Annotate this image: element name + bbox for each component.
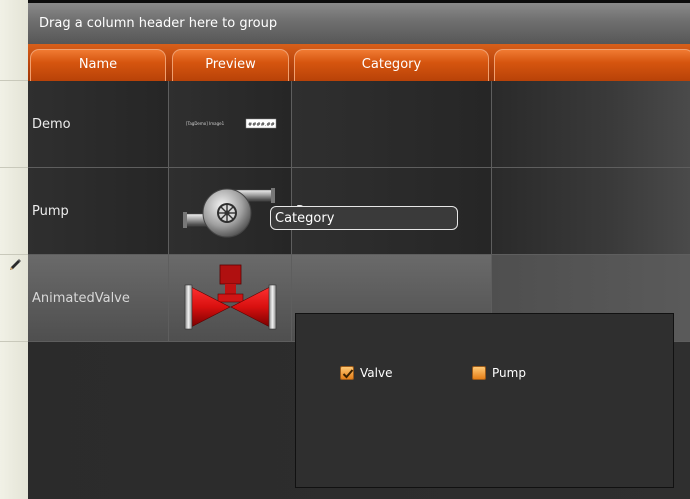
column-header-name[interactable]: Name (30, 49, 166, 81)
option-label: Valve (360, 366, 393, 380)
demo-preview-image: [TagDemo] Image1 ####.## (186, 118, 277, 129)
category-editor-input[interactable] (270, 206, 458, 230)
cell-name[interactable]: Demo (28, 81, 169, 168)
valve-icon (184, 264, 277, 330)
checked-checkbox-icon[interactable] (340, 366, 354, 380)
row-indicator-strip (0, 0, 29, 499)
table-row[interactable]: Demo [TagDemo] Image1 ####.## (28, 81, 690, 168)
cell-category[interactable] (292, 81, 492, 168)
pencil-edit-icon (10, 259, 21, 270)
row-name-text: Demo (32, 117, 71, 132)
group-by-panel[interactable]: Drag a column header here to group (28, 3, 690, 44)
row-indicator-separator (0, 341, 28, 342)
category-dropdown-popup: Valve Pump (295, 313, 674, 488)
row-indicator-separator (0, 80, 28, 81)
demo-preview-value: ####.## (248, 122, 275, 128)
row-name-text: Pump (32, 204, 69, 219)
cell-filler (492, 81, 690, 168)
category-option-pump[interactable]: Pump (472, 365, 526, 381)
category-option-valve[interactable]: Valve (340, 365, 392, 381)
column-header-row: Name Preview Category (28, 44, 690, 81)
row-indicator-separator (0, 167, 28, 168)
column-header-preview[interactable]: Preview (172, 49, 289, 81)
cell-preview[interactable] (169, 255, 292, 342)
cell-name[interactable]: AnimatedValve (28, 255, 169, 342)
cell-name[interactable]: Pump (28, 168, 169, 255)
row-indicator-separator (0, 254, 28, 255)
column-header-empty[interactable] (494, 49, 690, 81)
cell-filler (492, 168, 690, 255)
row-name-text: AnimatedValve (32, 291, 130, 306)
option-label: Pump (492, 366, 526, 380)
unchecked-checkbox-icon[interactable] (472, 366, 486, 380)
group-panel-text: Drag a column header here to group (39, 16, 278, 31)
column-header-category[interactable]: Category (294, 49, 489, 81)
cell-preview[interactable]: [TagDemo] Image1 ####.## (169, 81, 292, 168)
demo-preview-caption: [TagDemo] Image1 (186, 121, 225, 126)
